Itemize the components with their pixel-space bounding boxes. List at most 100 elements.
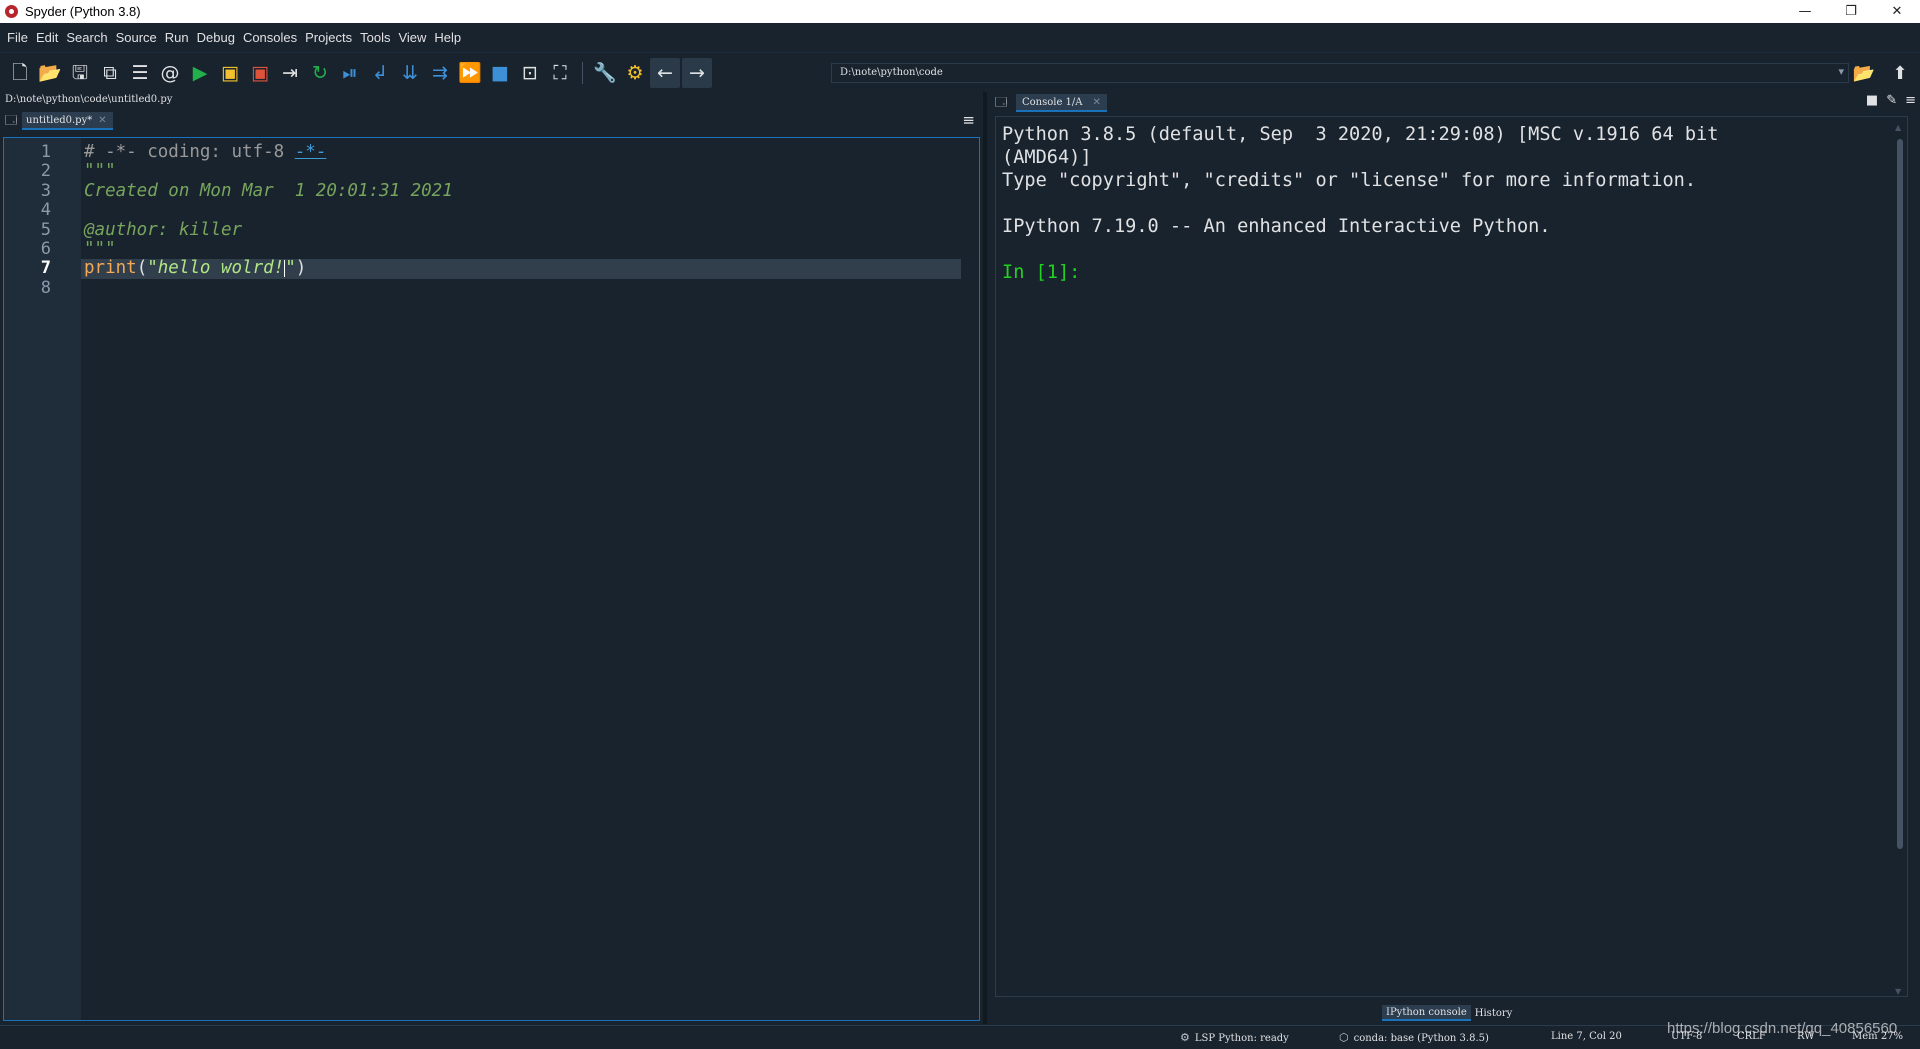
run-cell-icon[interactable]: ▣ bbox=[215, 58, 245, 88]
tab-ipython-console[interactable]: IPython console bbox=[1382, 1005, 1471, 1021]
run-selection-icon[interactable]: ⇥ bbox=[275, 58, 305, 88]
code-line[interactable]: """ bbox=[84, 239, 961, 259]
line-number: 8 bbox=[40, 277, 51, 298]
code-line-current[interactable]: print("hello wolrd!") bbox=[81, 258, 961, 279]
preferences-icon[interactable]: 🔧 bbox=[590, 58, 620, 88]
parent-directory-icon[interactable]: ⬆ bbox=[1885, 58, 1915, 88]
toolbar-separator bbox=[582, 62, 583, 84]
code-line[interactable]: Created on Mon Mar 1 20:01:31 2021 bbox=[84, 181, 961, 201]
continue-icon[interactable]: ⏩ bbox=[455, 58, 485, 88]
run-icon[interactable]: ▶ bbox=[185, 58, 215, 88]
console-tab-label: Console 1/A bbox=[1022, 96, 1083, 108]
menu-debug[interactable]: Debug bbox=[193, 30, 239, 45]
step-return-icon[interactable]: ⇉ bbox=[425, 58, 455, 88]
menu-projects[interactable]: Projects bbox=[301, 30, 356, 45]
scroll-up-icon[interactable]: ▲ bbox=[1895, 123, 1901, 132]
comment-text: # -*- coding: utf-8 bbox=[84, 142, 295, 162]
console-output-line: Type "copyright", "credits" or "license"… bbox=[1002, 170, 1697, 191]
rerun-icon[interactable]: ↻ bbox=[305, 58, 335, 88]
code-line[interactable]: """ bbox=[84, 161, 961, 181]
console-bottom-tabs: IPython console History bbox=[1382, 1005, 1516, 1021]
python-path-icon[interactable]: ⚙ bbox=[620, 58, 650, 88]
console-scrollbar[interactable]: ▲ ▼ bbox=[1895, 123, 1905, 996]
editor-options-menu-icon[interactable]: ≡ bbox=[962, 111, 975, 129]
code-line[interactable]: @author: killer bbox=[84, 220, 961, 240]
maximize-pane-icon[interactable]: ⊡ bbox=[515, 58, 545, 88]
line-number-gutter: 1 2 3 4 5 6 7 8 bbox=[4, 138, 81, 1020]
editor-tab-untitled0[interactable]: untitled0.py* ✕ bbox=[22, 112, 113, 130]
back-icon[interactable]: ← bbox=[650, 58, 680, 88]
restore-icon[interactable]: ❐ bbox=[1828, 0, 1874, 23]
comment-link[interactable]: -*- bbox=[295, 142, 327, 162]
string-quote: " bbox=[285, 258, 296, 279]
close-icon[interactable]: ✕ bbox=[1874, 0, 1920, 23]
console-options-menu-icon[interactable]: ≡ bbox=[1905, 93, 1916, 108]
close-console-tab-icon[interactable]: ✕ bbox=[1093, 97, 1101, 108]
console-toolbar: ■ ✎ ≡ bbox=[1866, 93, 1916, 108]
editor-tab-bar: 🗔 untitled0.py* ✕ ≡ bbox=[0, 111, 983, 131]
status-bar: ⚙ LSP Python: ready ⬡ conda: base (Python … bbox=[0, 1025, 1920, 1049]
menu-edit[interactable]: Edit bbox=[32, 30, 62, 45]
step-icon[interactable]: ↲ bbox=[365, 58, 395, 88]
menu-tools[interactable]: Tools bbox=[356, 30, 394, 45]
menu-file[interactable]: File bbox=[3, 30, 32, 45]
lsp-status[interactable]: ⚙ LSP Python: ready bbox=[1180, 1031, 1289, 1044]
scroll-down-icon[interactable]: ▼ bbox=[1895, 987, 1901, 996]
browse-console-tabs-icon[interactable]: 🗔 bbox=[990, 94, 1012, 112]
chevron-down-icon[interactable]: ▾ bbox=[1838, 65, 1844, 78]
menu-help[interactable]: Help bbox=[430, 30, 465, 45]
code-editor[interactable]: 1 2 3 4 5 6 7 8 # -*- coding: utf-8 -*- … bbox=[3, 137, 980, 1021]
eraser-icon[interactable]: ✎ bbox=[1886, 93, 1897, 108]
fullscreen-icon[interactable]: ⛶ bbox=[545, 58, 575, 88]
line-number: 2 bbox=[40, 161, 51, 182]
console-tab-1a[interactable]: Console 1/A ✕ bbox=[1016, 94, 1107, 112]
spyder-logo-icon bbox=[5, 5, 18, 18]
save-all-icon[interactable]: ⧉ bbox=[95, 58, 125, 88]
save-icon[interactable]: 🖫 bbox=[65, 58, 95, 88]
conda-env-status[interactable]: ⬡ conda: base (Python 3.8.5) bbox=[1339, 1031, 1489, 1044]
outline-icon[interactable]: ☰ bbox=[125, 58, 155, 88]
code-line[interactable]: # -*- coding: utf-8 -*- bbox=[84, 142, 961, 162]
line-number: 5 bbox=[40, 219, 51, 240]
open-file-icon[interactable]: 📂 bbox=[35, 58, 65, 88]
menu-search[interactable]: Search bbox=[62, 30, 111, 45]
browse-directory-icon[interactable]: 📂 bbox=[1849, 58, 1879, 88]
run-cell-advance-icon[interactable]: ▣ bbox=[245, 58, 275, 88]
working-directory-combo[interactable]: D:\note\python\code ▾ bbox=[831, 63, 1849, 83]
string-literal: "hello wolrd! bbox=[147, 258, 285, 279]
pane-splitter[interactable] bbox=[983, 92, 987, 1024]
editor-file-path: D:\note\python\code\untitled0.py bbox=[5, 94, 173, 105]
stop-kernel-icon[interactable]: ■ bbox=[1866, 93, 1878, 108]
console-output-line: (AMD64)] bbox=[1002, 147, 1092, 168]
window-controls: — ❐ ✕ bbox=[1782, 0, 1920, 23]
menu-run[interactable]: Run bbox=[161, 30, 193, 45]
console-input-prompt[interactable]: In [1]: bbox=[1002, 261, 1901, 284]
ipython-console[interactable]: Python 3.8.5 (default, Sep 3 2020, 21:29… bbox=[995, 116, 1908, 997]
menu-view[interactable]: View bbox=[394, 30, 430, 45]
lsp-icon: ⚙ bbox=[1180, 1031, 1190, 1044]
conda-env-text: conda: base (Python 3.8.5) bbox=[1353, 1033, 1489, 1044]
at-icon[interactable]: @ bbox=[155, 58, 185, 88]
builtin-print: print bbox=[84, 258, 137, 279]
close-tab-icon[interactable]: ✕ bbox=[98, 115, 106, 126]
forward-icon[interactable]: → bbox=[682, 58, 712, 88]
code-area[interactable]: # -*- coding: utf-8 -*- """ Created on M… bbox=[81, 142, 961, 298]
step-into-icon[interactable]: ⇊ bbox=[395, 58, 425, 88]
browse-tabs-icon[interactable]: 🗔 bbox=[0, 112, 22, 130]
console-output-line: IPython 7.19.0 -- An enhanced Interactiv… bbox=[1002, 216, 1551, 237]
debug-icon[interactable]: ⏯ bbox=[335, 58, 365, 88]
line-number: 4 bbox=[40, 200, 51, 221]
minimize-icon[interactable]: — bbox=[1782, 0, 1828, 23]
code-line[interactable] bbox=[84, 279, 961, 298]
menu-consoles[interactable]: Consoles bbox=[239, 30, 301, 45]
window-title: Spyder (Python 3.8) bbox=[25, 4, 141, 19]
paren-close: ) bbox=[295, 258, 307, 279]
cursor-position: Line 7, Col 20 bbox=[1551, 1031, 1622, 1042]
menu-source[interactable]: Source bbox=[112, 30, 161, 45]
code-line[interactable] bbox=[84, 201, 961, 220]
stop-icon[interactable]: ■ bbox=[485, 58, 515, 88]
new-file-icon[interactable]: 🗋 bbox=[5, 58, 35, 88]
scrollbar-thumb[interactable] bbox=[1897, 139, 1903, 849]
tab-history[interactable]: History bbox=[1471, 1005, 1517, 1021]
